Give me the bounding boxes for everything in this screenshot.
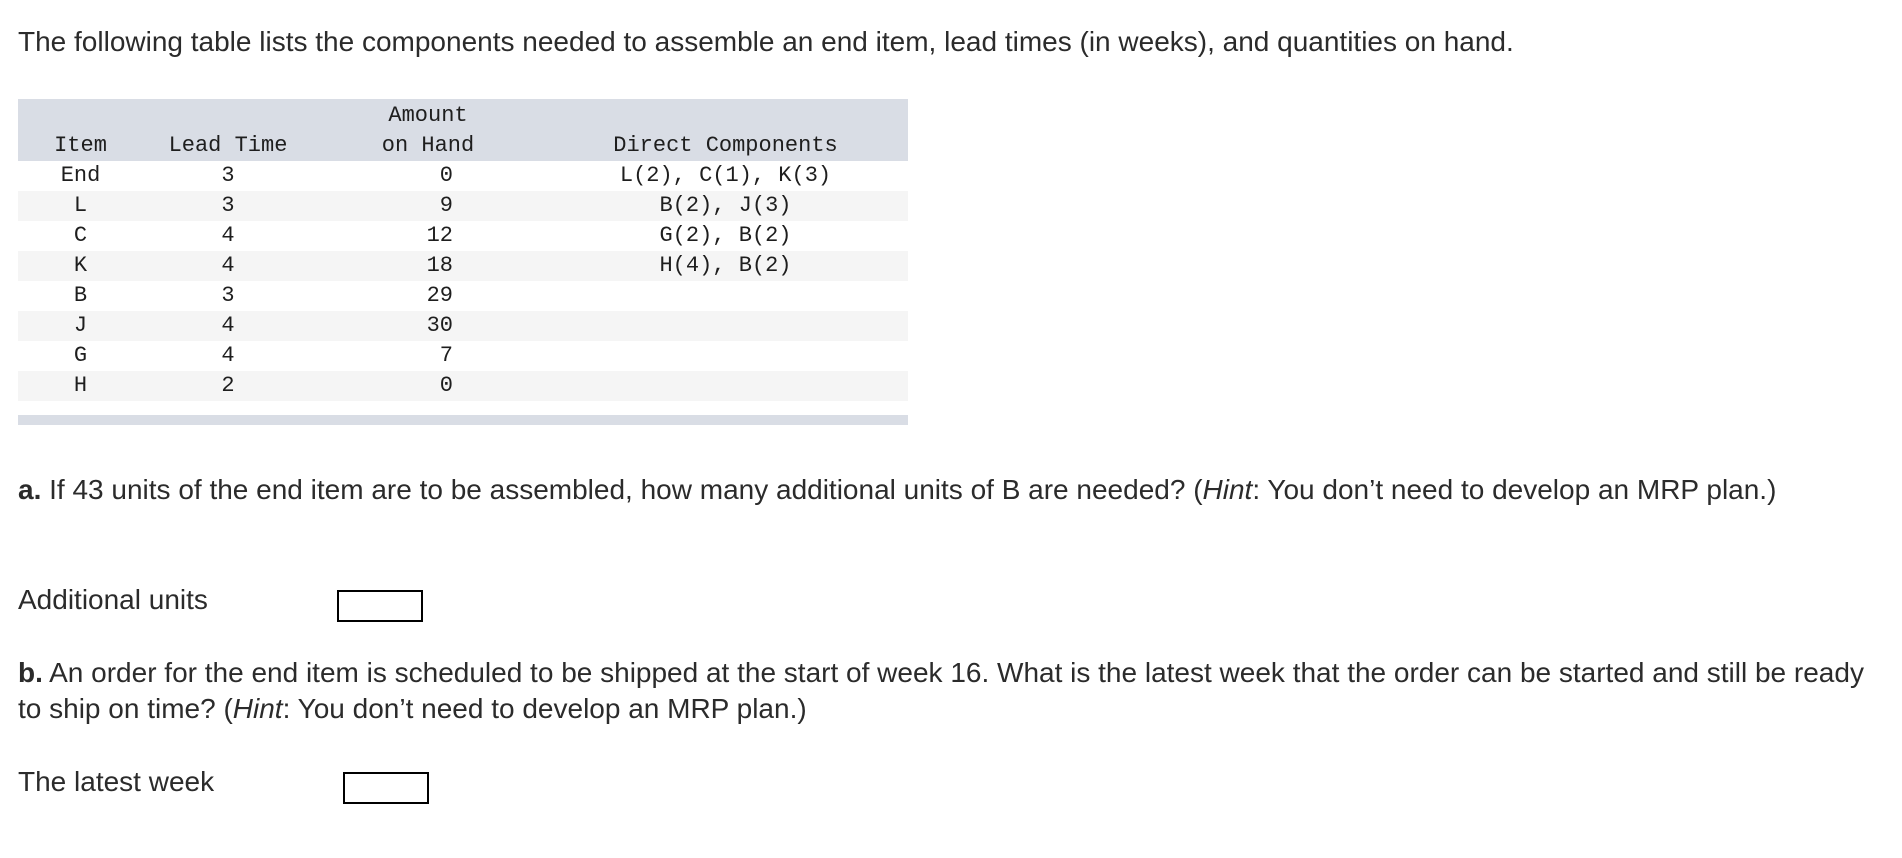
- cell-amount-on-hand: 18: [313, 251, 543, 281]
- header-item: Item: [18, 131, 143, 161]
- latest-week-input[interactable]: [343, 772, 429, 804]
- cell-item: L: [18, 191, 143, 221]
- cell-direct-components: [543, 371, 908, 401]
- intro-text: The following table lists the components…: [18, 26, 1514, 57]
- cell-amount-on-hand: 0: [313, 161, 543, 191]
- question-b-hint: Hint: [232, 693, 283, 724]
- amount-value: 0: [439, 163, 453, 188]
- amount-value: 9: [439, 193, 453, 218]
- table-header-row-2: Item Lead Time on Hand Direct Components: [18, 131, 908, 161]
- table-row: C 4 12 G(2), B(2): [18, 221, 908, 251]
- cell-lead-time: 3: [143, 281, 313, 311]
- amount-value: 18: [426, 253, 453, 278]
- question-a-label: a.: [18, 474, 42, 505]
- table-row: K 4 18 H(4), B(2): [18, 251, 908, 281]
- question-a: a. If 43 units of the end item are to be…: [18, 472, 1888, 508]
- cell-direct-components: [543, 311, 908, 341]
- table-row: End 3 0 L(2), C(1), K(3): [18, 161, 908, 191]
- cell-item: K: [18, 251, 143, 281]
- header-components-spacer: [543, 99, 908, 131]
- table-row: H2 0: [18, 371, 908, 401]
- question-b-label: b.: [18, 657, 43, 688]
- table-row: L 3 9 B(2), J(3): [18, 191, 908, 221]
- amount-value: 7: [439, 343, 453, 368]
- cell-item: C: [18, 221, 143, 251]
- answer-a-label: Additional units: [18, 584, 208, 615]
- cell-item: G: [18, 341, 143, 371]
- components-table: Amount Item Lead Time on Hand Direct Com…: [18, 99, 908, 401]
- question-a-hint: Hint: [1202, 474, 1253, 505]
- cell-amount-on-hand: 0: [313, 371, 543, 401]
- table-row: G4 7: [18, 341, 908, 371]
- cell-lead-time: 4: [143, 341, 313, 371]
- cell-item: B: [18, 281, 143, 311]
- cell-amount-on-hand: 7: [313, 341, 543, 371]
- question-a-text: If 43 units of the end item are to be as…: [41, 474, 1203, 505]
- amount-value: 30: [426, 313, 453, 338]
- header-lead-time: Lead Time: [143, 131, 313, 161]
- amount-value: 0: [439, 373, 453, 398]
- components-table-container: Amount Item Lead Time on Hand Direct Com…: [18, 99, 908, 425]
- cell-amount-on-hand: 9: [313, 191, 543, 221]
- cell-direct-components: G(2), B(2): [543, 221, 908, 251]
- table-footer-bar: [18, 415, 908, 425]
- header-lead-spacer: [143, 99, 313, 131]
- cell-lead-time: 4: [143, 311, 313, 341]
- header-direct-components: Direct Components: [543, 131, 908, 161]
- cell-lead-time: 3: [143, 191, 313, 221]
- question-b: b. An order for the end item is schedule…: [18, 655, 1888, 727]
- cell-lead-time: 2: [143, 371, 313, 401]
- cell-amount-on-hand: 30: [313, 311, 543, 341]
- header-amount-line1: Amount: [313, 99, 543, 131]
- header-item-spacer: [18, 99, 143, 131]
- amount-value: 29: [426, 283, 453, 308]
- cell-lead-time: 4: [143, 221, 313, 251]
- cell-direct-components: B(2), J(3): [543, 191, 908, 221]
- header-amount-line2: on Hand: [313, 131, 543, 161]
- cell-item: End: [18, 161, 143, 191]
- cell-direct-components: H(4), B(2): [543, 251, 908, 281]
- cell-amount-on-hand: 29: [313, 281, 543, 311]
- cell-item: J: [18, 311, 143, 341]
- additional-units-input[interactable]: [337, 590, 423, 622]
- table-row: B 3 29: [18, 281, 908, 311]
- table-header-row-1: Amount: [18, 99, 908, 131]
- cell-lead-time: 4: [143, 251, 313, 281]
- cell-direct-components: [543, 281, 908, 311]
- table-row: J 4 30: [18, 311, 908, 341]
- cell-item: H: [18, 371, 143, 401]
- cell-direct-components: L(2), C(1), K(3): [543, 161, 908, 191]
- cell-amount-on-hand: 12: [313, 221, 543, 251]
- cell-lead-time: 3: [143, 161, 313, 191]
- cell-direct-components: [543, 341, 908, 371]
- question-a-text-end: : You don’t need to develop an MRP plan.…: [1252, 474, 1777, 505]
- amount-value: 12: [426, 223, 453, 248]
- answer-b-label: The latest week: [18, 766, 215, 797]
- question-b-text-end: : You don’t need to develop an MRP plan.…: [282, 693, 807, 724]
